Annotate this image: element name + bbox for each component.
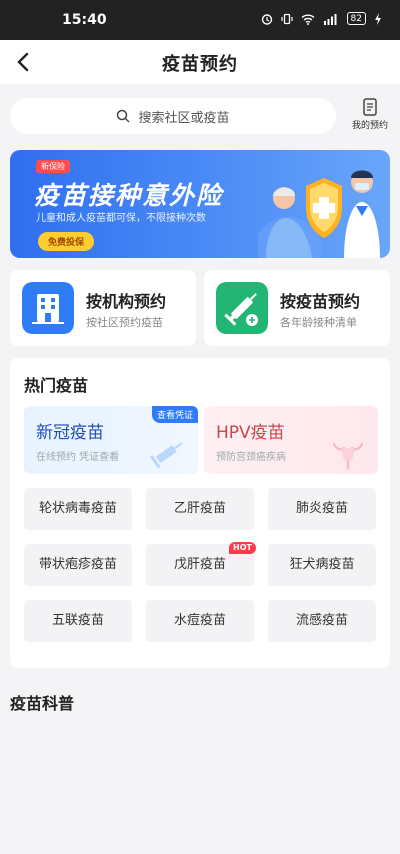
banner-subtitle: 儿童和成人疫苗都可保，不限接种次数 bbox=[36, 213, 206, 224]
hpv-vaccine-card[interactable]: HPV疫苗 预防宫颈癌疾病 bbox=[204, 406, 378, 474]
vaccine-button-influenza[interactable]: 流感疫苗 bbox=[268, 600, 376, 642]
entry-title: 按机构预约 bbox=[86, 292, 167, 311]
book-by-institution-card[interactable]: 按机构预约 按社区预约疫苗 bbox=[10, 270, 196, 346]
entry-subtitle: 各年龄接种清单 bbox=[280, 316, 357, 329]
view-certificate-tag[interactable]: 查看凭证 bbox=[151, 406, 198, 423]
status-time: 15:40 bbox=[62, 12, 107, 28]
alarm-icon bbox=[261, 13, 273, 25]
signal-icon bbox=[323, 13, 339, 25]
insurance-banner[interactable]: 新保险 疫苗接种意外险 儿童和成人疫苗都可保，不限接种次数 免费投保 bbox=[10, 150, 390, 258]
vaccine-button-pneumonia[interactable]: 肺炎疫苗 bbox=[268, 488, 376, 530]
my-appointments-label: 我的预约 bbox=[351, 121, 388, 131]
search-icon bbox=[117, 109, 131, 123]
document-icon bbox=[363, 98, 377, 116]
entry-subtitle: 按社区预约疫苗 bbox=[86, 316, 163, 329]
charging-icon bbox=[374, 12, 382, 25]
battery-icon: 82 bbox=[346, 12, 366, 25]
building-icon bbox=[22, 282, 74, 334]
feature-title: 新冠疫苗 bbox=[36, 423, 104, 443]
vaccine-button-label: 戊肝疫苗 bbox=[173, 557, 226, 572]
uterus-icon bbox=[332, 442, 364, 470]
banner-tag: 新保险 bbox=[36, 160, 70, 173]
feature-subtitle: 在线预约 凭证查看 bbox=[36, 452, 120, 463]
hot-vaccines-section: 热门疫苗 新冠疫苗 在线预约 凭证查看 查看凭证 HPV疫苗 预防宫颈癌疾病 轮… bbox=[10, 358, 390, 668]
vaccine-button-hepatitis-b[interactable]: 乙肝疫苗 bbox=[146, 488, 254, 530]
vaccine-science-title: 疫苗科普 bbox=[10, 694, 75, 713]
feature-subtitle: 预防宫颈癌疾病 bbox=[216, 452, 286, 463]
status-icons: 82 bbox=[261, 12, 382, 25]
my-appointments-button[interactable]: 我的预约 bbox=[348, 96, 392, 131]
vaccine-button-hepatitis-e[interactable]: 戊肝疫苗 HOT bbox=[146, 542, 256, 586]
vaccine-button-rabies[interactable]: 狂犬病疫苗 bbox=[268, 544, 376, 586]
book-by-vaccine-card[interactable]: 按疫苗预约 各年龄接种清单 bbox=[204, 270, 390, 346]
free-insure-button[interactable]: 免费投保 bbox=[38, 232, 95, 251]
doctor-patient-illustration bbox=[258, 170, 380, 258]
wifi-icon bbox=[301, 13, 315, 25]
syringe-icon bbox=[216, 282, 268, 334]
vaccine-button-varicella[interactable]: 水痘疫苗 bbox=[146, 600, 254, 642]
banner-title: 疫苗接种意外险 bbox=[34, 181, 224, 210]
vaccine-button-pentavalent[interactable]: 五联疫苗 bbox=[24, 600, 132, 642]
search-placeholder: 搜索社区或疫苗 bbox=[138, 110, 230, 126]
feature-title: HPV疫苗 bbox=[216, 423, 285, 443]
search-row: 搜索社区或疫苗 我的预约 bbox=[10, 96, 392, 136]
status-bar: 15:40 82 bbox=[0, 0, 400, 40]
syringe-icon bbox=[150, 442, 183, 469]
search-input[interactable]: 搜索社区或疫苗 bbox=[10, 98, 336, 134]
covid-vaccine-card[interactable]: 新冠疫苗 在线预约 凭证查看 查看凭证 bbox=[24, 406, 198, 474]
vaccine-button-rotavirus[interactable]: 轮状病毒疫苗 bbox=[24, 488, 132, 530]
vibrate-icon bbox=[280, 13, 293, 25]
hot-badge: HOT bbox=[229, 542, 256, 554]
entry-title: 按疫苗预约 bbox=[280, 292, 361, 311]
page-title: 疫苗预约 bbox=[162, 54, 238, 75]
section-title: 热门疫苗 bbox=[24, 376, 89, 395]
vaccine-button-shingles[interactable]: 带状疱疹疫苗 bbox=[24, 544, 132, 586]
nav-bar: 疫苗预约 bbox=[0, 40, 400, 84]
